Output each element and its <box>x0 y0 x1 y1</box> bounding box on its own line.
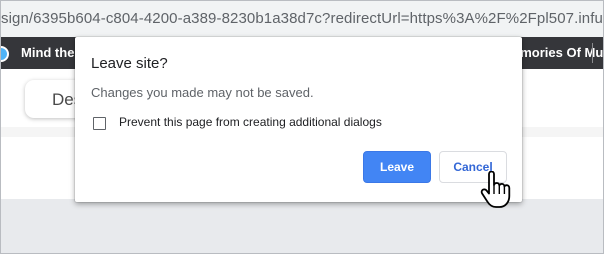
leave-site-dialog: Leave site? Changes you made may not be … <box>75 37 522 202</box>
leave-button[interactable]: Leave <box>363 151 431 183</box>
prevent-dialogs-label[interactable]: Prevent this page from creating addition… <box>119 115 382 129</box>
bookmark-item-mind-the[interactable]: Mind the I <box>21 45 82 60</box>
dialog-message: Changes you made may not be saved. <box>91 85 314 100</box>
bookmark-favicon-icon <box>1 46 9 62</box>
hand-pointer-icon <box>480 171 511 208</box>
browser-window: sign/6395b604-c804-4200-a389-8230b1a38d7… <box>0 0 604 254</box>
bookmarks-divider <box>592 43 593 63</box>
url-text[interactable]: sign/6395b604-c804-4200-a389-8230b1a38d7… <box>1 10 603 27</box>
prevent-dialogs-checkbox[interactable] <box>93 117 106 130</box>
bookmark-item-memories[interactable]: emories Of Mu <box>513 45 603 60</box>
dialog-title: Leave site? <box>91 55 168 72</box>
address-bar[interactable]: sign/6395b604-c804-4200-a389-8230b1a38d7… <box>1 1 603 37</box>
